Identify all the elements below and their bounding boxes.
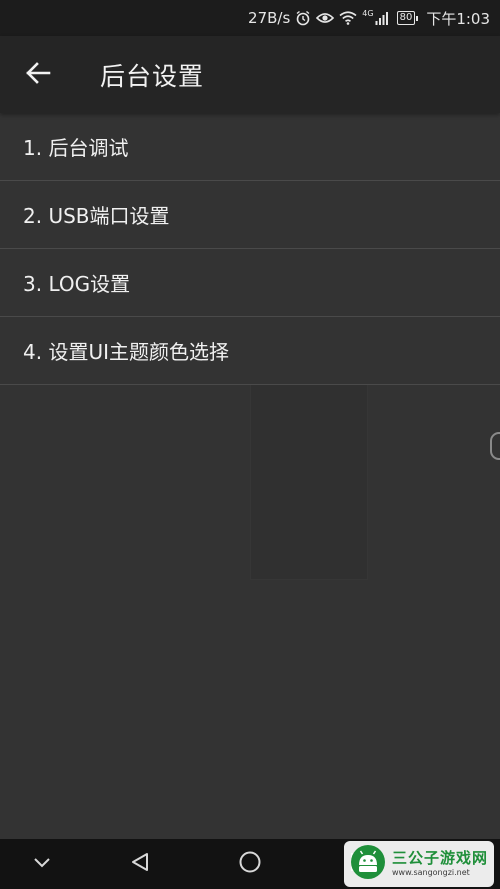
list-item-label: 4. 设置UI主题颜色选择 [23,340,229,364]
back-button[interactable] [14,51,62,99]
network-type-label: 4G [362,8,374,18]
list-item-background-debug[interactable]: 1. 后台调试 [0,113,500,181]
back-triangle-icon [129,851,151,877]
status-bar: 27B/s 4G 80 下午1:03 [0,0,500,36]
android-logo-icon [350,844,386,884]
arrow-left-icon [25,60,51,90]
app-bar: 后台设置 [0,36,500,113]
alarm-icon [295,10,311,26]
settings-list: 1. 后台调试 2. USB端口设置 3. LOG设置 4. 设置UI主题颜色选… [0,113,500,385]
wifi-icon [339,11,357,25]
nav-back-button[interactable] [128,852,152,876]
list-item-label: 2. USB端口设置 [23,204,170,228]
clock: 下午1:03 [426,9,490,28]
signal-indicator: 4G [362,8,389,25]
battery-level: 80 [396,11,419,25]
list-item-ui-theme-color[interactable]: 4. 设置UI主题颜色选择 [0,317,500,385]
nav-home-button[interactable] [238,850,262,878]
edge-drag-handle[interactable] [490,432,500,460]
home-circle-icon [238,850,262,878]
screen: 27B/s 4G 80 下午1:03 后台设置 1. 后台调试 2. USB端口… [0,0,500,889]
battery-icon: 80 [396,11,419,25]
chevron-down-icon [31,851,53,877]
list-item-label: 1. 后台调试 [23,136,129,160]
page-title: 后台设置 [100,61,205,91]
nav-hide-button[interactable] [30,852,54,876]
watermark-url: www.sangongzi.net [392,868,470,877]
watermark-site-name: 三公子游戏网 [392,849,489,867]
signal-icon [375,11,389,25]
list-item-log-settings[interactable]: 3. LOG设置 [0,249,500,317]
site-watermark: 三公子游戏网 www.sangongzi.net [344,841,494,887]
list-item-label: 3. LOG设置 [23,272,131,296]
navigation-bar: 三公子游戏网 www.sangongzi.net [0,839,500,889]
list-item-usb-port-settings[interactable]: 2. USB端口设置 [0,181,500,249]
watermark-text: 三公子游戏网 www.sangongzi.net [392,849,488,879]
net-speed: 27B/s [248,9,291,27]
eye-icon [316,11,335,25]
